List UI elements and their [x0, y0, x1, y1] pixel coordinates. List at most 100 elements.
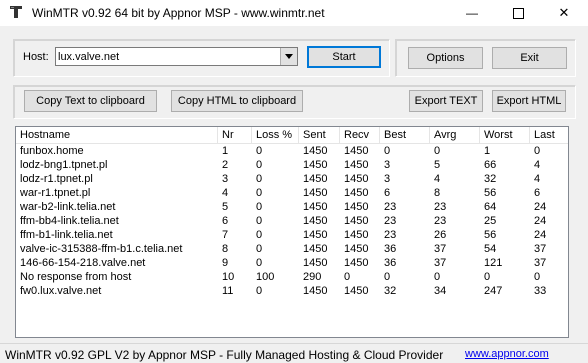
table-cell: 23 [384, 201, 397, 213]
start-button[interactable]: Start [307, 46, 381, 68]
exit-button[interactable]: Exit [492, 47, 567, 69]
table-row[interactable]: war-r1.tpnet.pl 4 0 1450 1450 6 8 56 6 [16, 186, 568, 200]
table-cell: 6 [534, 187, 541, 199]
table-row[interactable]: 146-66-154-218.valve.net 9 0 1450 1450 36 37 12… [16, 256, 568, 270]
host-input[interactable] [58, 49, 278, 64]
table-cell: 56 [484, 229, 497, 241]
table-cell: 11 [222, 285, 234, 297]
table-cell: 66 [484, 159, 497, 171]
table-body: funbox.home 1 0 1450 1450 0 0 1 0 lodz-bng1.tpnet… [16, 144, 568, 298]
table-cell: 32 [484, 173, 497, 185]
table-cell: 0 [256, 159, 263, 171]
column-header-loss[interactable]: Loss % [252, 127, 299, 143]
table-cell: lodz-r1.tpnet.pl [20, 173, 93, 185]
minimize-button[interactable]: — [449, 0, 495, 26]
table-row[interactable]: lodz-bng1.tpnet.pl 2 0 1450 1450 3 5 66 4 [16, 158, 568, 172]
copy-html-button[interactable]: Copy HTML to clipboard [171, 90, 303, 112]
export-html-button[interactable]: Export HTML [492, 90, 566, 112]
table-row[interactable]: ffm-b1-link.telia.net 7 0 1450 1450 23 26 56 24 [16, 228, 568, 242]
table-cell: 146-66-154-218.valve.net [20, 257, 146, 269]
status-bar: WinMTR v0.92 GPL V2 by Appnor MSP - Full… [0, 343, 588, 363]
column-header-recv[interactable]: Recv [340, 127, 380, 143]
results-table[interactable]: Hostname Nr Loss % Sent Recv Best Avrg W… [15, 126, 569, 338]
table-cell: valve-ic-315388-ffm-b1.c.telia.net [20, 243, 183, 255]
table-cell: 23 [434, 215, 447, 227]
maximize-button[interactable] [495, 0, 541, 26]
table-cell: 37 [434, 243, 447, 255]
close-button[interactable]: ✕ [541, 0, 587, 26]
table-cell: 24 [534, 229, 547, 241]
table-cell: 1450 [303, 215, 328, 227]
window-title: WinMTR v0.92 64 bit by Appnor MSP - www.… [32, 6, 325, 20]
host-combo[interactable] [55, 47, 298, 66]
table-cell: 0 [344, 271, 351, 283]
table-row[interactable]: valve-ic-315388-ffm-b1.c.telia.net 8 0 1450… [16, 242, 568, 256]
table-cell: 100 [256, 271, 275, 283]
table-cell: 4 [222, 187, 229, 199]
table-cell: lodz-bng1.tpnet.pl [20, 159, 108, 171]
table-cell: 0 [256, 173, 263, 185]
column-header-worst[interactable]: Worst [480, 127, 530, 143]
table-cell: 32 [384, 285, 397, 297]
table-row[interactable]: war-b2-link.telia.net 5 0 1450 1450 23 23 64 24 [16, 200, 568, 214]
table-cell: 1450 [303, 243, 328, 255]
table-cell: war-b2-link.telia.net [20, 201, 116, 213]
table-cell: 5 [434, 159, 441, 171]
column-header-best[interactable]: Best [380, 127, 430, 143]
table-cell: 1 [484, 145, 491, 157]
table-cell: 10 [222, 271, 235, 283]
table-cell: 36 [384, 243, 397, 255]
table-cell: 1450 [303, 229, 328, 241]
table-cell: 0 [534, 271, 541, 283]
table-cell: 0 [256, 215, 263, 227]
table-cell: funbox.home [20, 145, 84, 157]
table-cell: 0 [256, 285, 263, 297]
table-cell: 0 [256, 145, 263, 157]
table-cell: 1450 [344, 285, 369, 297]
table-cell: 121 [484, 257, 503, 269]
column-header-nr[interactable]: Nr [218, 127, 252, 143]
table-cell: 1450 [344, 257, 369, 269]
maximize-icon [512, 7, 524, 19]
copy-text-button[interactable]: Copy Text to clipboard [24, 90, 157, 112]
table-cell: 3 [222, 173, 229, 185]
table-cell: 0 [434, 145, 441, 157]
host-label: Host: [23, 51, 49, 63]
status-text: WinMTR v0.92 GPL V2 by Appnor MSP - Full… [5, 348, 444, 362]
table-row[interactable]: No response from host 10 100 290 0 0 0 0 0 [16, 270, 568, 284]
table-cell: 33 [534, 285, 547, 297]
close-icon: ✕ [558, 5, 570, 20]
table-cell: 1450 [344, 145, 369, 157]
table-row[interactable]: funbox.home 1 0 1450 1450 0 0 1 0 [16, 144, 568, 158]
table-row[interactable]: fw0.lux.valve.net 11 0 1450 1450 32 34 247 33 [16, 284, 568, 298]
table-cell: 34 [434, 285, 447, 297]
table-cell: ffm-b1-link.telia.net [20, 229, 113, 241]
chevron-down-icon[interactable] [280, 48, 297, 65]
column-header-last[interactable]: Last [530, 127, 568, 143]
appnor-link[interactable]: www.appnor.com [465, 348, 549, 360]
table-cell: 0 [384, 271, 391, 283]
table-cell: 25 [484, 215, 497, 227]
table-cell: 23 [384, 215, 397, 227]
column-header-sent[interactable]: Sent [299, 127, 340, 143]
column-header-avrg[interactable]: Avrg [430, 127, 480, 143]
table-cell: 37 [434, 257, 447, 269]
table-cell: 64 [484, 201, 497, 213]
table-cell: 4 [534, 159, 541, 171]
column-header-hostname[interactable]: Hostname [16, 127, 218, 143]
table-cell: 24 [534, 201, 547, 213]
table-row[interactable]: lodz-r1.tpnet.pl 3 0 1450 1450 3 4 32 4 [16, 172, 568, 186]
table-cell: 1450 [344, 173, 369, 185]
table-cell: 1450 [303, 187, 328, 199]
table-cell: 1450 [303, 285, 328, 297]
table-cell: 1450 [303, 257, 328, 269]
table-row[interactable]: ffm-bb4-link.telia.net 6 0 1450 1450 23 23 25 24 [16, 214, 568, 228]
table-cell: 0 [434, 271, 441, 283]
table-cell: 37 [534, 257, 547, 269]
table-cell: 1450 [344, 187, 369, 199]
table-cell: 56 [484, 187, 497, 199]
table-cell: 1450 [344, 201, 369, 213]
options-button[interactable]: Options [408, 47, 483, 69]
export-text-button[interactable]: Export TEXT [409, 90, 483, 112]
table-cell: 0 [256, 243, 263, 255]
